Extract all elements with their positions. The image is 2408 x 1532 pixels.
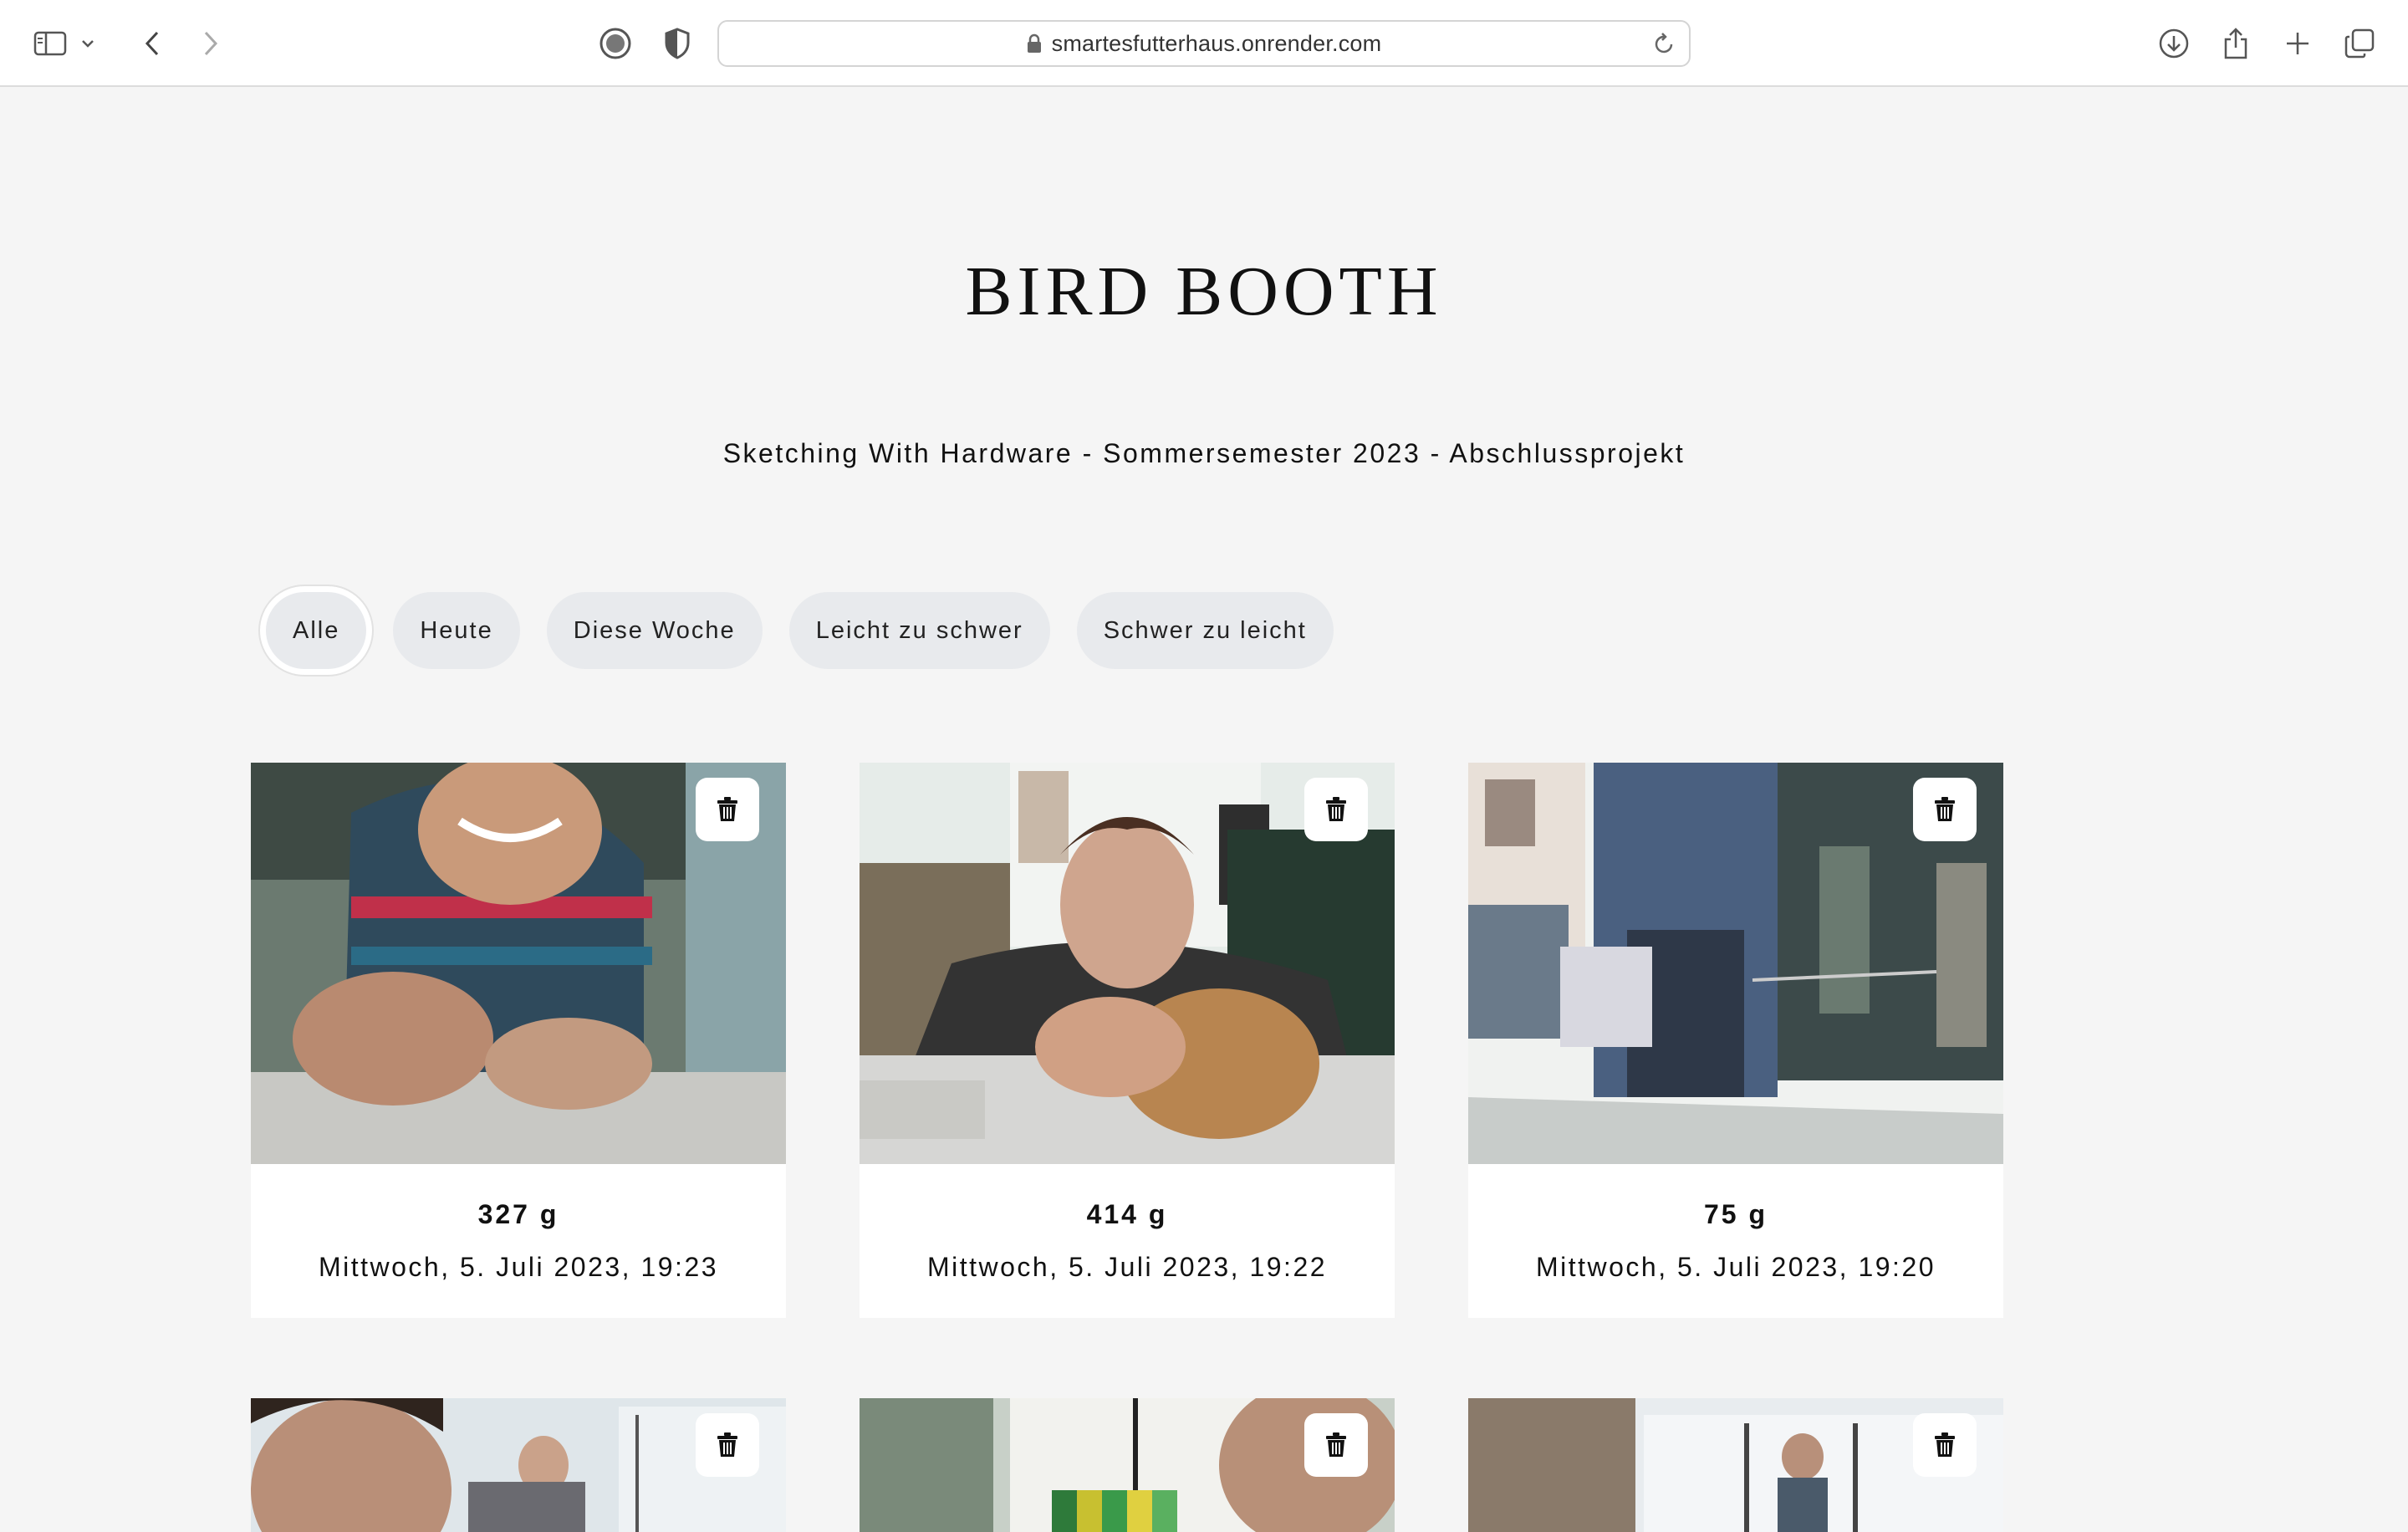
card-info: 327 g Mittwoch, 5. Juli 2023, 19:23 [251,1164,786,1318]
trash-icon [1934,1432,1956,1458]
photo-card [251,1398,786,1532]
sort-light-to-heavy-button[interactable]: Leicht zu schwer [788,592,1050,669]
privacy-report-icon[interactable] [594,22,637,65]
trash-icon [1934,797,1956,822]
new-tab-icon[interactable] [2276,22,2319,65]
browser-toolbar: smartesfutterhaus.onrender.com [0,0,2408,87]
reload-icon[interactable] [1654,32,1676,59]
delete-button[interactable] [696,778,759,841]
timestamp-label: Mittwoch, 5. Juli 2023, 19:23 [318,1252,719,1282]
delete-button[interactable] [1913,778,1977,841]
url-text: smartesfutterhaus.onrender.com [1051,30,1382,56]
bird-photo[interactable] [1468,1398,2003,1532]
photo-card: 75 g Mittwoch, 5. Juli 2023, 19:20 [1468,763,2003,1318]
trash-icon [717,1432,738,1458]
bird-photo[interactable] [860,1398,1395,1532]
weight-label: 327 g [477,1199,559,1229]
share-icon[interactable] [2214,22,2258,65]
shield-icon[interactable] [656,22,699,65]
photo-card: 327 g Mittwoch, 5. Juli 2023, 19:23 [251,763,786,1318]
filter-this-week-button[interactable]: Diese Woche [546,592,763,669]
address-bar[interactable]: smartesfutterhaus.onrender.com [717,20,1691,67]
forward-icon[interactable] [189,22,232,65]
lock-icon [1027,33,1042,54]
trash-icon [717,797,738,822]
timestamp-label: Mittwoch, 5. Juli 2023, 19:20 [1535,1252,1936,1282]
delete-button[interactable] [1913,1413,1977,1477]
filter-bar: Alle Heute Diese Woche Leicht zu schwer … [266,592,1334,669]
sort-heavy-to-light-button[interactable]: Schwer zu leicht [1076,592,1334,669]
delete-button[interactable] [1304,1413,1368,1477]
filter-all-button[interactable]: Alle [266,592,367,669]
trash-icon [1325,797,1347,822]
chevron-down-icon[interactable] [75,22,100,65]
photo-card: 414 g Mittwoch, 5. Juli 2023, 19:22 [860,763,1395,1318]
photo-card [1468,1398,2003,1532]
filter-today-button[interactable]: Heute [393,592,520,669]
delete-button[interactable] [696,1413,759,1477]
back-icon[interactable] [130,22,174,65]
bird-photo[interactable] [1468,763,2003,1164]
photo-grid: 327 g Mittwoch, 5. Juli 2023, 19:23 414 … [251,763,2003,1532]
bird-photo[interactable] [251,1398,786,1532]
card-info: 414 g Mittwoch, 5. Juli 2023, 19:22 [860,1164,1395,1318]
page-title: BIRD BOOTH [965,253,1443,330]
card-info: 75 g Mittwoch, 5. Juli 2023, 19:20 [1468,1164,2003,1318]
weight-label: 414 g [1086,1199,1168,1229]
trash-icon [1325,1432,1347,1458]
page-subtitle: Sketching With Hardware - Sommersemester… [722,438,1686,468]
weight-label: 75 g [1703,1199,1768,1229]
bird-photo[interactable] [860,763,1395,1164]
bird-photo[interactable] [251,763,786,1164]
sidebar-icon[interactable] [28,22,72,65]
photo-card [860,1398,1395,1532]
download-icon[interactable] [2152,22,2196,65]
tab-overview-icon[interactable] [2338,22,2381,65]
delete-button[interactable] [1304,778,1368,841]
timestamp-label: Mittwoch, 5. Juli 2023, 19:22 [926,1252,1328,1282]
